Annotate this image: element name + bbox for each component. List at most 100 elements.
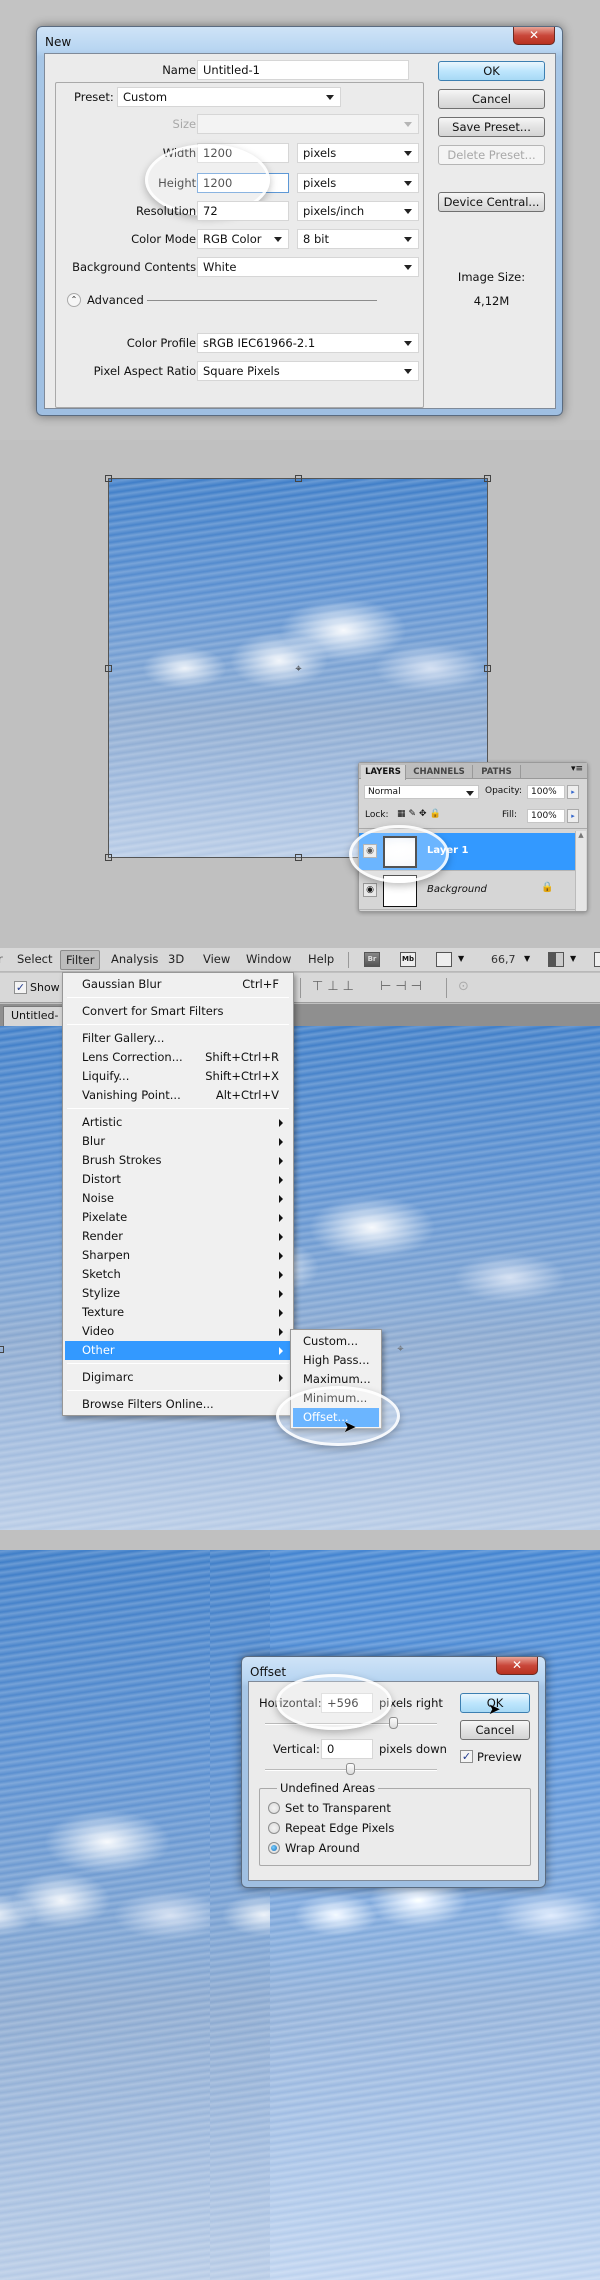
vertical-input[interactable]: 0 [321,1739,373,1759]
filter-menu-item-digimarc[interactable]: Digimarc [65,1368,291,1387]
chevron-down-icon[interactable]: ▼ [570,954,576,963]
transform-handle[interactable] [0,1346,4,1353]
filter-menu-item-distort[interactable]: Distort [65,1170,291,1189]
filter-menu-item-other[interactable]: Other [65,1341,291,1360]
transform-handle[interactable] [105,665,112,672]
tab-channels[interactable]: CHANNELS [406,765,473,779]
filter-menu-item-stylize[interactable]: Stylize [65,1284,291,1303]
view-extras-icon[interactable] [436,952,452,967]
width-input[interactable]: 1200 [197,143,289,163]
bridge-icon[interactable]: Br [364,952,380,967]
filter-menu-item-pixelate[interactable]: Pixelate [65,1208,291,1227]
transform-handle[interactable] [484,475,491,482]
filter-menu-item-artistic[interactable]: Artistic [65,1113,291,1132]
ok-button[interactable]: OK [438,61,545,81]
chevron-down-icon[interactable]: ▼ [524,954,530,963]
tab-paths[interactable]: PATHS [473,765,521,779]
layer-row-layer-1[interactable]: ◉ Layer 1 [359,833,575,871]
name-input[interactable]: Untitled-1 [197,60,409,80]
color-profile-select[interactable]: sRGB IEC61966-2.1 [197,333,419,353]
horizontal-slider-track[interactable] [265,1723,437,1725]
menu-window[interactable]: Window [246,952,291,966]
menu-help[interactable]: Help [308,952,334,966]
menu-analysis[interactable]: Analysis [111,952,158,966]
filter-menu-item-vanishing-point[interactable]: Vanishing Point... Alt+Ctrl+V [65,1086,291,1105]
filter-menu-item-texture[interactable]: Texture [65,1303,291,1322]
align-horizontal-icons[interactable]: ⊢⊣⊣ [380,979,426,994]
other-submenu-item-custom[interactable]: Custom... [293,1332,379,1351]
auto-align-icon[interactable]: ⊙ [458,979,469,994]
other-submenu-item-high-pass[interactable]: High Pass... [293,1351,379,1370]
filter-menu-item-lens-correction[interactable]: Lens Correction... Shift+Ctrl+R [65,1048,291,1067]
blend-mode-select[interactable]: Normal [364,785,479,799]
vertical-slider-thumb[interactable] [346,1763,355,1775]
other-submenu-item-offset[interactable]: Offset... [293,1408,379,1427]
cancel-button[interactable]: Cancel [460,1720,530,1740]
filter-menu-item-blur[interactable]: Blur [65,1132,291,1151]
transform-handle[interactable] [105,854,112,861]
height-unit-select[interactable]: pixels [297,173,419,193]
arrange-documents-icon[interactable] [548,952,564,967]
menu-view[interactable]: View [203,952,230,966]
align-vertical-icons[interactable]: ⊤⊥⊥ [312,979,358,994]
radio-repeat-edge-pixels[interactable] [268,1822,280,1834]
filter-menu-item-render[interactable]: Render [65,1227,291,1246]
horizontal-slider-thumb[interactable] [388,1717,398,1729]
filter-menu-item-gaussian-blur[interactable]: Gaussian Blur Ctrl+F [65,975,291,994]
resolution-input[interactable]: 72 [197,201,289,221]
menu-select[interactable]: Select [17,952,52,966]
show-transform-checkbox[interactable]: ✓ [14,981,27,994]
advanced-label[interactable]: Advanced [87,293,144,307]
tab-layers[interactable]: LAYERS [361,765,406,780]
size-select[interactable] [197,114,419,134]
mini-bridge-icon[interactable]: Mb [400,952,416,967]
device-central-button[interactable]: Device Central... [438,192,545,212]
panel-menu-icon[interactable]: ▾≡ [571,764,583,774]
save-preset-button[interactable]: Save Preset... [438,117,545,137]
filter-menu-item-convert-for-smart-filters[interactable]: Convert for Smart Filters [65,1002,291,1021]
opacity-slider-button[interactable]: ▸ [567,785,579,799]
zoom-level[interactable]: 66,7 [491,953,516,966]
filter-menu-item-filter-gallery[interactable]: Filter Gallery... [65,1029,291,1048]
transform-handle[interactable] [105,475,112,482]
screen-mode-icon[interactable] [594,952,600,967]
menu-filter[interactable]: Filter [60,950,101,970]
other-submenu-item-maximum[interactable]: Maximum... [293,1370,379,1389]
radio-wrap-around[interactable] [268,1842,280,1854]
layer-name[interactable]: Layer 1 [427,845,468,856]
resolution-unit-select[interactable]: pixels/inch [297,201,419,221]
preset-select[interactable]: Custom [117,87,341,107]
fill-input[interactable]: 100% [527,809,565,823]
width-unit-select[interactable]: pixels [297,143,419,163]
filter-menu-item-liquify[interactable]: Liquify... Shift+Ctrl+X [65,1067,291,1086]
layers-scrollbar[interactable]: ▲ [575,831,586,911]
transform-handle[interactable] [295,475,302,482]
horizontal-input[interactable]: +596 [321,1693,373,1713]
layer-row-background[interactable]: ◉ Background 🔒 [359,872,575,910]
visibility-eye-icon[interactable]: ◉ [363,844,377,858]
advanced-toggle-icon[interactable]: ⌃ [67,293,81,307]
lock-icons[interactable]: ▦✎✥🔒 [397,809,444,819]
preview-checkbox[interactable]: ✓ [460,1750,473,1763]
transform-handle[interactable] [295,854,302,861]
visibility-eye-icon[interactable]: ◉ [363,883,377,897]
fill-slider-button[interactable]: ▸ [567,809,579,823]
filter-menu-item-video[interactable]: Video [65,1322,291,1341]
close-button[interactable]: ✕ [496,1657,538,1675]
filter-menu-item-noise[interactable]: Noise [65,1189,291,1208]
reference-point-icon[interactable]: ⌖ [395,1343,406,1354]
transform-handle[interactable] [484,665,491,672]
cancel-button[interactable]: Cancel [438,89,545,109]
radio-set-to-transparent[interactable] [268,1802,280,1814]
bit-depth-select[interactable]: 8 bit [297,229,419,249]
reference-point-icon[interactable]: ⌖ [293,663,304,674]
background-contents-select[interactable]: White [197,257,419,277]
layer-name[interactable]: Background [427,884,487,895]
pixel-aspect-select[interactable]: Square Pixels [197,361,419,381]
filter-menu-item-sharpen[interactable]: Sharpen [65,1246,291,1265]
filter-menu-item-brush-strokes[interactable]: Brush Strokes [65,1151,291,1170]
filter-menu-item-browse-filters-online[interactable]: Browse Filters Online... [65,1395,291,1414]
close-button[interactable]: ✕ [513,27,555,45]
opacity-input[interactable]: 100% [527,785,565,799]
color-mode-select[interactable]: RGB Color [197,229,289,249]
